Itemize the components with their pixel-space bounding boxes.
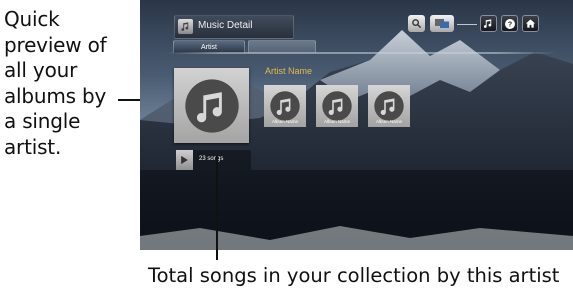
artist-name: Artist Name (265, 66, 313, 76)
photo-button[interactable] (430, 15, 454, 32)
music-note-icon (178, 19, 193, 34)
music-detail-screen: Music Detail Artist ? Artist Name Album … (140, 0, 573, 250)
music-note-icon (373, 90, 405, 122)
play-icon (180, 155, 189, 165)
music-note-icon (483, 18, 494, 29)
toolbar-separator (457, 24, 477, 25)
tab-artist-label: Artist (201, 43, 217, 51)
album-label: Album Name (375, 119, 402, 124)
songs-count: 23 songs (199, 156, 224, 162)
help-icon: ? (504, 18, 516, 30)
home-icon (525, 18, 536, 29)
music-note-icon (269, 90, 301, 122)
callout-songs-total: Total songs in your collection by this a… (148, 264, 560, 287)
songs-count-bar: 23 songs (176, 150, 251, 170)
title-bar: Music Detail (174, 15, 294, 39)
music-note-icon (183, 77, 241, 135)
home-button[interactable] (522, 15, 539, 32)
artist-artwork[interactable] (174, 68, 249, 143)
album-label: Album Name (323, 119, 350, 124)
callout-albums-preview: Quick preview of all your albums by a si… (4, 7, 107, 159)
music-button[interactable] (480, 15, 497, 32)
svg-text:?: ? (507, 21, 511, 28)
tab-divider (166, 52, 556, 54)
search-icon (411, 18, 422, 29)
callout-leader-line (216, 156, 218, 260)
callout-leader-line (118, 99, 140, 101)
search-button[interactable] (408, 15, 425, 32)
page-title: Music Detail (198, 20, 253, 31)
music-note-icon (321, 90, 353, 122)
play-button[interactable] (176, 150, 193, 170)
album-label: Album Name (271, 119, 298, 124)
photo-icon (434, 18, 450, 29)
help-button[interactable]: ? (501, 15, 518, 32)
